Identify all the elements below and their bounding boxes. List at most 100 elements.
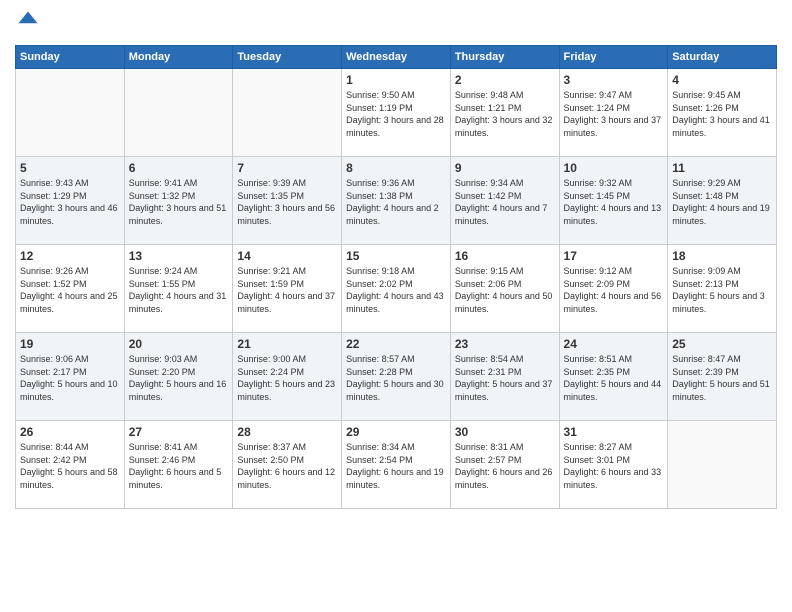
- day-number: 19: [20, 337, 120, 351]
- day-number: 6: [129, 161, 229, 175]
- day-info: Sunrise: 9:26 AM Sunset: 1:52 PM Dayligh…: [20, 265, 120, 315]
- calendar-cell: 31Sunrise: 8:27 AM Sunset: 3:01 PM Dayli…: [559, 421, 668, 509]
- day-info: Sunrise: 9:15 AM Sunset: 2:06 PM Dayligh…: [455, 265, 555, 315]
- calendar-week-3: 12 Sunrise: 9:26 AM Sunset: 1:52 PM Dayli…: [16, 245, 777, 333]
- logo: [15, 10, 41, 37]
- day-info: Sunrise: 9:47 AM Sunset: 1:24 PM Dayligh…: [564, 89, 664, 139]
- day-number: 22: [346, 337, 446, 351]
- calendar-cell: 19Sunrise: 9:06 AM Sunset: 2:17 PM Dayli…: [16, 333, 125, 421]
- calendar-header-saturday: Saturday: [668, 46, 777, 69]
- day-info: Sunrise: 9:50 AM Sunset: 1:19 PM Dayligh…: [346, 89, 446, 139]
- day-number: 24: [564, 337, 664, 351]
- day-number: 11: [672, 161, 772, 175]
- calendar-cell: 5 Sunrise: 9:43 AM Sunset: 1:29 PM Daylig…: [16, 157, 125, 245]
- header: [15, 10, 777, 37]
- day-info: Sunrise: 9:32 AM Sunset: 1:45 PM Dayligh…: [564, 177, 664, 227]
- day-info: Sunrise: 9:24 AM Sunset: 1:55 PM Dayligh…: [129, 265, 229, 315]
- calendar-cell: 8 Sunrise: 9:36 AM Sunset: 1:38 PM Daylig…: [342, 157, 451, 245]
- page: SundayMondayTuesdayWednesdayThursdayFrid…: [0, 0, 792, 612]
- calendar-week-2: 5 Sunrise: 9:43 AM Sunset: 1:29 PM Daylig…: [16, 157, 777, 245]
- day-info: Sunrise: 8:31 AM Sunset: 2:57 PM Dayligh…: [455, 441, 555, 491]
- day-info: Sunrise: 9:00 AM Sunset: 2:24 PM Dayligh…: [237, 353, 337, 403]
- day-number: 15: [346, 249, 446, 263]
- day-info: Sunrise: 9:45 AM Sunset: 1:26 PM Dayligh…: [672, 89, 772, 139]
- day-info: Sunrise: 9:41 AM Sunset: 1:32 PM Dayligh…: [129, 177, 229, 227]
- calendar-cell: 23Sunrise: 8:54 AM Sunset: 2:31 PM Dayli…: [450, 333, 559, 421]
- day-info: Sunrise: 8:44 AM Sunset: 2:42 PM Dayligh…: [20, 441, 120, 491]
- day-info: Sunrise: 8:51 AM Sunset: 2:35 PM Dayligh…: [564, 353, 664, 403]
- calendar-cell: 14Sunrise: 9:21 AM Sunset: 1:59 PM Dayli…: [233, 245, 342, 333]
- calendar-cell: 9Sunrise: 9:34 AM Sunset: 1:42 PM Daylig…: [450, 157, 559, 245]
- calendar-cell: 7 Sunrise: 9:39 AM Sunset: 1:35 PM Daylig…: [233, 157, 342, 245]
- day-number: 13: [129, 249, 229, 263]
- calendar-cell: 12 Sunrise: 9:26 AM Sunset: 1:52 PM Dayli…: [16, 245, 125, 333]
- calendar-header-thursday: Thursday: [450, 46, 559, 69]
- day-number: 10: [564, 161, 664, 175]
- day-info: Sunrise: 9:12 AM Sunset: 2:09 PM Dayligh…: [564, 265, 664, 315]
- logo-icon: [17, 10, 39, 32]
- day-number: 4: [672, 73, 772, 87]
- day-number: 20: [129, 337, 229, 351]
- calendar-cell: 18Sunrise: 9:09 AM Sunset: 2:13 PM Dayli…: [668, 245, 777, 333]
- calendar-cell: 21 Sunrise: 9:00 AM Sunset: 2:24 PM Dayli…: [233, 333, 342, 421]
- day-info: Sunrise: 9:48 AM Sunset: 1:21 PM Dayligh…: [455, 89, 555, 139]
- day-info: Sunrise: 8:37 AM Sunset: 2:50 PM Dayligh…: [237, 441, 337, 491]
- calendar-cell: 1 Sunrise: 9:50 AM Sunset: 1:19 PM Daylig…: [342, 69, 451, 157]
- calendar-cell: 11 Sunrise: 9:29 AM Sunset: 1:48 PM Dayli…: [668, 157, 777, 245]
- calendar-cell: 4 Sunrise: 9:45 AM Sunset: 1:26 PM Daylig…: [668, 69, 777, 157]
- day-number: 30: [455, 425, 555, 439]
- day-info: Sunrise: 8:27 AM Sunset: 3:01 PM Dayligh…: [564, 441, 664, 491]
- day-info: Sunrise: 9:36 AM Sunset: 1:38 PM Dayligh…: [346, 177, 446, 227]
- day-number: 25: [672, 337, 772, 351]
- calendar-week-5: 26 Sunrise: 8:44 AM Sunset: 2:42 PM Dayli…: [16, 421, 777, 509]
- day-number: 17: [564, 249, 664, 263]
- calendar-header-friday: Friday: [559, 46, 668, 69]
- day-number: 14: [237, 249, 337, 263]
- calendar-header-sunday: Sunday: [16, 46, 125, 69]
- calendar-header-tuesday: Tuesday: [233, 46, 342, 69]
- day-number: 9: [455, 161, 555, 175]
- day-number: 16: [455, 249, 555, 263]
- calendar-cell: 10 Sunrise: 9:32 AM Sunset: 1:45 PM Dayli…: [559, 157, 668, 245]
- calendar-header-wednesday: Wednesday: [342, 46, 451, 69]
- day-info: Sunrise: 9:43 AM Sunset: 1:29 PM Dayligh…: [20, 177, 120, 227]
- calendar-cell: 2 Sunrise: 9:48 AM Sunset: 1:21 PM Daylig…: [450, 69, 559, 157]
- calendar-week-4: 19Sunrise: 9:06 AM Sunset: 2:17 PM Dayli…: [16, 333, 777, 421]
- calendar-cell: 30 Sunrise: 8:31 AM Sunset: 2:57 PM Dayli…: [450, 421, 559, 509]
- calendar-cell: 17 Sunrise: 9:12 AM Sunset: 2:09 PM Dayli…: [559, 245, 668, 333]
- calendar-header-monday: Monday: [124, 46, 233, 69]
- calendar-table: SundayMondayTuesdayWednesdayThursdayFrid…: [15, 45, 777, 509]
- day-number: 29: [346, 425, 446, 439]
- calendar-cell: 22Sunrise: 8:57 AM Sunset: 2:28 PM Dayli…: [342, 333, 451, 421]
- day-info: Sunrise: 8:41 AM Sunset: 2:46 PM Dayligh…: [129, 441, 229, 491]
- calendar-cell: 13 Sunrise: 9:24 AM Sunset: 1:55 PM Dayli…: [124, 245, 233, 333]
- day-info: Sunrise: 9:09 AM Sunset: 2:13 PM Dayligh…: [672, 265, 772, 315]
- day-number: 2: [455, 73, 555, 87]
- calendar-cell: 28Sunrise: 8:37 AM Sunset: 2:50 PM Dayli…: [233, 421, 342, 509]
- calendar-cell: 24 Sunrise: 8:51 AM Sunset: 2:35 PM Dayli…: [559, 333, 668, 421]
- day-info: Sunrise: 9:29 AM Sunset: 1:48 PM Dayligh…: [672, 177, 772, 227]
- calendar-cell: [124, 69, 233, 157]
- day-number: 1: [346, 73, 446, 87]
- day-info: Sunrise: 8:34 AM Sunset: 2:54 PM Dayligh…: [346, 441, 446, 491]
- day-number: 26: [20, 425, 120, 439]
- day-number: 5: [20, 161, 120, 175]
- calendar-cell: 20Sunrise: 9:03 AM Sunset: 2:20 PM Dayli…: [124, 333, 233, 421]
- day-info: Sunrise: 9:18 AM Sunset: 2:02 PM Dayligh…: [346, 265, 446, 315]
- day-number: 27: [129, 425, 229, 439]
- calendar-header-row: SundayMondayTuesdayWednesdayThursdayFrid…: [16, 46, 777, 69]
- calendar-cell: 25 Sunrise: 8:47 AM Sunset: 2:39 PM Dayli…: [668, 333, 777, 421]
- calendar-cell: 3Sunrise: 9:47 AM Sunset: 1:24 PM Daylig…: [559, 69, 668, 157]
- calendar-body: 1 Sunrise: 9:50 AM Sunset: 1:19 PM Daylig…: [16, 69, 777, 509]
- day-number: 12: [20, 249, 120, 263]
- day-number: 21: [237, 337, 337, 351]
- calendar-cell: 16 Sunrise: 9:15 AM Sunset: 2:06 PM Dayli…: [450, 245, 559, 333]
- day-number: 7: [237, 161, 337, 175]
- calendar-cell: 29 Sunrise: 8:34 AM Sunset: 2:54 PM Dayli…: [342, 421, 451, 509]
- calendar-cell: [233, 69, 342, 157]
- day-info: Sunrise: 8:47 AM Sunset: 2:39 PM Dayligh…: [672, 353, 772, 403]
- day-number: 8: [346, 161, 446, 175]
- calendar-cell: 6 Sunrise: 9:41 AM Sunset: 1:32 PM Daylig…: [124, 157, 233, 245]
- calendar-cell: 27 Sunrise: 8:41 AM Sunset: 2:46 PM Dayli…: [124, 421, 233, 509]
- day-info: Sunrise: 9:39 AM Sunset: 1:35 PM Dayligh…: [237, 177, 337, 227]
